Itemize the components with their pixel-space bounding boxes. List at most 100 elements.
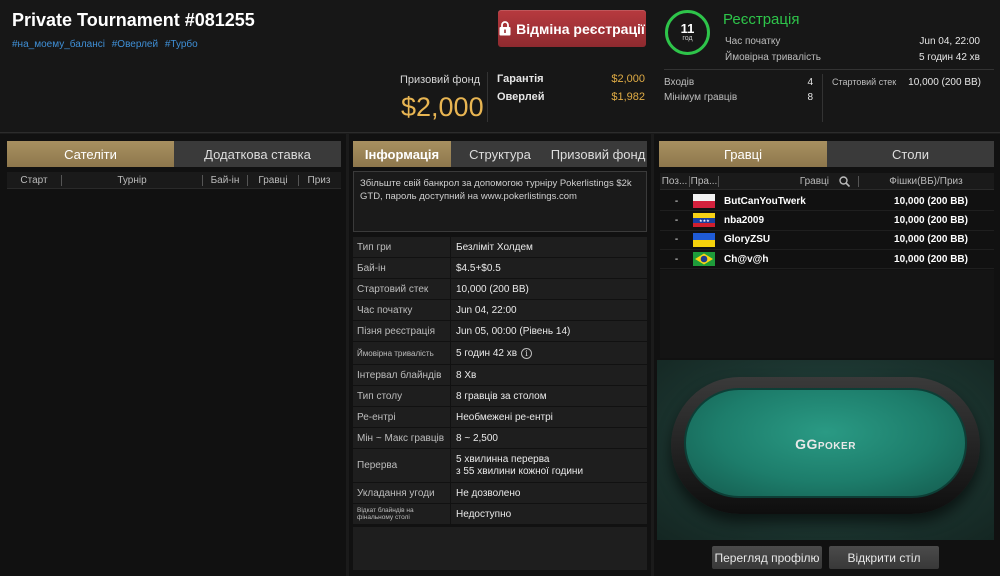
player-chips: 10,000 (200 BB) — [894, 234, 968, 246]
tournament-info-table: Тип гри Безліміт Холдем Бай-ін $4.5+$0.5… — [353, 237, 647, 525]
info-value: 5 годин 42 хв — [456, 347, 518, 359]
overlay-label: Оверлей — [497, 91, 545, 103]
info-key: Час початку — [353, 300, 451, 320]
info-key: Відкат блайндів на фінальному столі — [353, 504, 451, 524]
poker-table-rail: GGPOKER — [671, 377, 980, 514]
player-row[interactable]: - Ch@v@h 10,000 (200 BB) — [660, 250, 994, 270]
player-name: GloryZSU — [724, 234, 771, 246]
col-buyin[interactable]: Бай-ін — [203, 172, 247, 188]
start-time-label: Час початку — [725, 36, 781, 47]
info-value-multiline: 5 хвилинна перерва з 55 хвилини кожної г… — [451, 449, 647, 482]
registration-status: Реєстрація — [723, 11, 800, 28]
info-value-with-icon: 5 годин 42 хв i — [451, 342, 647, 364]
ukraine-flag-icon — [693, 232, 715, 247]
middle-tabbar: Інформація Структура Призовий фонд — [353, 141, 647, 167]
info-value: Jun 04, 22:00 — [456, 304, 517, 316]
start-time-value: Jun 04, 22:00 — [919, 36, 980, 47]
lock-icon — [499, 21, 511, 36]
info-value: Не дозволено — [456, 487, 521, 499]
info-value: 10,000 (200 BB) — [456, 283, 529, 295]
player-chips: 10,000 (200 BB) — [894, 195, 968, 207]
col-start[interactable]: Старт — [7, 172, 61, 188]
timer-value: 11 — [680, 21, 695, 36]
left-tabbar: Сателіти Додаткова ставка — [7, 141, 341, 167]
entries-value: 4 — [807, 77, 813, 88]
info-icon[interactable]: i — [521, 347, 533, 359]
info-value: з 55 хвилини кожної години — [456, 465, 584, 477]
satellites-table-header: Старт Турнір Бай-ін Гравці Приз — [7, 172, 341, 189]
cancel-registration-button[interactable]: Відміна реєстрації — [498, 10, 646, 47]
col-chips[interactable]: Фішки(ВБ)/Приз — [859, 173, 993, 189]
tab-structure[interactable]: Структура — [451, 141, 549, 167]
tab-tables[interactable]: Столи — [827, 141, 994, 167]
tag-list: #на_моему_балансі #Оверлей #Турбо — [12, 39, 202, 50]
col-players[interactable]: Гравці — [248, 172, 298, 188]
info-row: Ре-ентрі Необмежені ре-ентрі — [353, 407, 647, 428]
tournament-header: Private Tournament #081255 #на_моему_бал… — [0, 0, 1000, 133]
tag-balance[interactable]: #на_моему_балансі — [12, 39, 105, 50]
divider — [487, 72, 488, 122]
info-row: Відкат блайндів на фінальному столі Недо… — [353, 504, 647, 525]
info-value: Необмежені ре-ентрі — [456, 411, 553, 423]
player-row[interactable]: - GloryZSU 10,000 (200 BB) — [660, 231, 994, 250]
info-value: 8 ~ 2,500 — [456, 432, 498, 444]
col-position[interactable]: Поз... — [660, 173, 689, 189]
player-position: - — [674, 214, 679, 226]
info-key: Ре-ентрі — [353, 407, 451, 427]
duration-label: Ймовірна тривалість — [725, 52, 821, 63]
info-key: Стартовий стек — [353, 279, 451, 299]
col-player-label[interactable]: Гравці — [800, 176, 829, 187]
divider — [822, 74, 823, 122]
open-table-button[interactable]: Відкрити стіл — [829, 546, 939, 569]
player-row[interactable]: - ButCanYouTwerk 10,000 (200 BB) — [660, 192, 994, 212]
table-preview: GGPOKER — [657, 360, 994, 540]
info-value: Безліміт Холдем — [456, 241, 533, 253]
tournament-title: Private Tournament #081255 — [12, 10, 255, 30]
player-position: - — [674, 234, 679, 246]
info-key: Ймовірна тривалість — [353, 342, 451, 364]
tag-turbo[interactable]: #Турбо — [165, 39, 198, 50]
col-prize[interactable]: Приз — [299, 172, 339, 188]
info-key: Мін ~ Макс гравців — [353, 428, 451, 448]
min-players-value: 8 — [807, 92, 813, 103]
prize-pool-value: $2,000 — [401, 92, 484, 122]
players-table-header: Поз... Пра... Гравці Фішки(ВБ)/Приз — [660, 173, 994, 190]
player-chips: 10,000 (200 BB) — [894, 253, 968, 265]
tab-add-on[interactable]: Додаткова ставка — [174, 141, 341, 167]
cancel-registration-label: Відміна реєстрації — [516, 20, 645, 37]
info-row: Стартовий стек 10,000 (200 BB) — [353, 279, 647, 300]
info-row: Тип гри Безліміт Холдем — [353, 237, 647, 258]
tab-satellites[interactable]: Сателіти — [7, 141, 174, 167]
info-key: Бай-ін — [353, 258, 451, 278]
info-key: Інтервал блайндів — [353, 365, 451, 385]
tab-information[interactable]: Інформація — [353, 141, 451, 167]
col-country[interactable]: Пра... — [690, 173, 718, 189]
info-value: 8 Хв — [456, 369, 477, 381]
players-list-empty-area — [660, 270, 994, 358]
info-key: Укладання угоди — [353, 483, 451, 503]
players-list: - ButCanYouTwerk 10,000 (200 BB) - ★★★ n… — [660, 192, 994, 270]
player-row[interactable]: - ★★★ nba2009 10,000 (200 BB) — [660, 211, 994, 231]
right-tabbar: Гравці Столи — [659, 141, 994, 167]
info-row: Час початку Jun 04, 22:00 — [353, 300, 647, 321]
player-position: - — [674, 253, 679, 265]
info-value: 8 гравців за столом — [456, 390, 547, 402]
search-icon[interactable] — [839, 175, 850, 187]
view-profile-button[interactable]: Перегляд профілю — [712, 546, 822, 569]
guarantee-value: $2,000 — [611, 73, 645, 85]
guarantee-label: Гарантія — [497, 73, 544, 85]
info-key: Тип гри — [353, 237, 451, 257]
player-chips: 10,000 (200 BB) — [894, 214, 968, 226]
start-stack-value: 10,000 (200 BB) — [908, 77, 981, 88]
overlay-value: $1,982 — [611, 91, 645, 103]
info-key: Перерва — [353, 449, 451, 482]
tab-prize-pool[interactable]: Призовий фонд — [549, 141, 647, 167]
tab-players[interactable]: Гравці — [659, 141, 827, 167]
info-row: Бай-ін $4.5+$0.5 — [353, 258, 647, 279]
col-tournament[interactable]: Турнір — [62, 172, 202, 188]
info-row: Мін ~ Макс гравців 8 ~ 2,500 — [353, 428, 647, 449]
col-player: Гравці — [719, 173, 858, 189]
tag-overlay[interactable]: #Оверлей — [112, 39, 158, 50]
info-key: Пізня реєстрація — [353, 321, 451, 341]
tournament-description: Збільште свій банкрол за допомогою турні… — [353, 171, 647, 232]
